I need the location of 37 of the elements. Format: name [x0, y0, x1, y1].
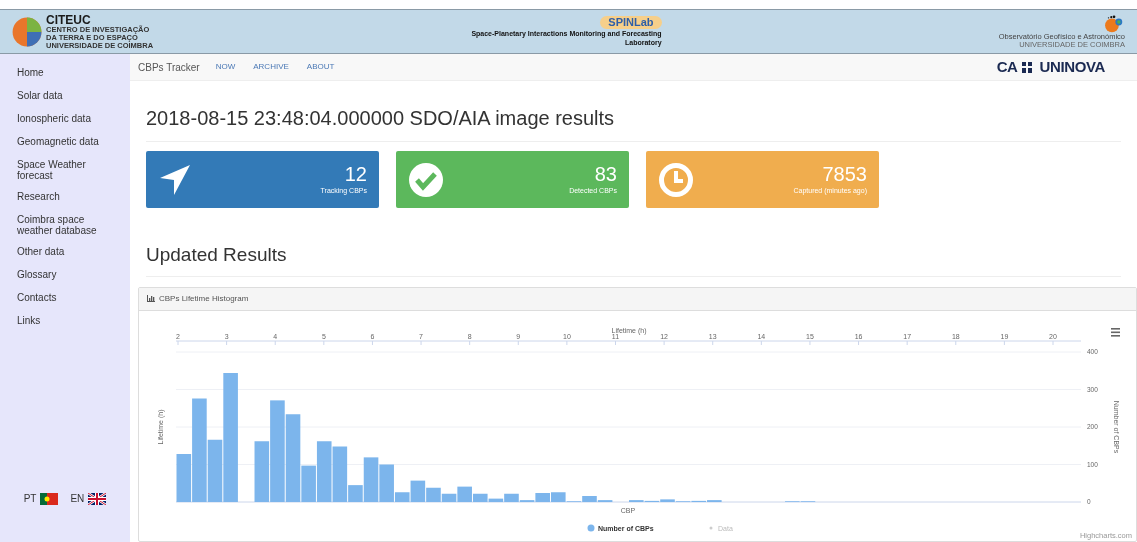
sidebar-item[interactable]: Home: [0, 62, 130, 85]
sidebar-item[interactable]: Research: [0, 186, 130, 209]
stat-value: 83: [594, 162, 617, 187]
sidebar-item[interactable]: Links: [0, 310, 130, 333]
section-title: Updated Results: [146, 241, 1121, 277]
nav-link[interactable]: ABOUT: [306, 61, 335, 73]
sidebar-item[interactable]: Other data: [0, 241, 130, 264]
page-title: 2018-08-15 23:48:04.000000 SDO/AIA image results: [146, 103, 1121, 142]
navigation-arrow-icon: [158, 162, 192, 197]
language-link[interactable]: EN: [70, 491, 107, 506]
sidebar-item[interactable]: Contacts: [0, 287, 130, 310]
sidebar-item[interactable]: Space Weather forecast: [0, 154, 130, 186]
bar-chart-icon: [147, 295, 155, 302]
nav-link[interactable]: NOW: [215, 61, 236, 73]
clock-icon: [658, 161, 694, 198]
sidebar-item[interactable]: Coimbra space weather database: [0, 209, 130, 241]
sidebar-item[interactable]: Glossary: [0, 264, 130, 287]
stat-value: 7853: [822, 162, 867, 187]
language-link[interactable]: PT: [23, 491, 59, 506]
flag-icon: [88, 492, 107, 505]
navbar-brand[interactable]: CBPs Tracker: [138, 59, 200, 75]
nav-link[interactable]: ARCHIVE: [253, 61, 289, 73]
logo-icon: [1021, 61, 1032, 73]
stat-value: 12: [344, 162, 367, 187]
sidebar-item[interactable]: Ionospheric data: [0, 108, 130, 131]
logo-icon: [12, 16, 42, 47]
flag-icon: [40, 492, 59, 505]
logo-title: CITEUC: [46, 13, 92, 26]
sidebar-item[interactable]: Geomagnetic data: [0, 131, 130, 154]
logo-title: SPINLab: [600, 15, 662, 30]
sidebar-item[interactable]: Solar data: [0, 85, 130, 108]
partner-logo-text: UNINOVA: [1039, 56, 1105, 77]
logo-icon: [1103, 14, 1125, 33]
check-circle-icon: [408, 161, 444, 198]
menu-icon[interactable]: [1111, 327, 1120, 337]
panel-title: CBPs Lifetime Histogram: [159, 292, 249, 305]
partner-logo-text: CA: [996, 56, 1018, 77]
